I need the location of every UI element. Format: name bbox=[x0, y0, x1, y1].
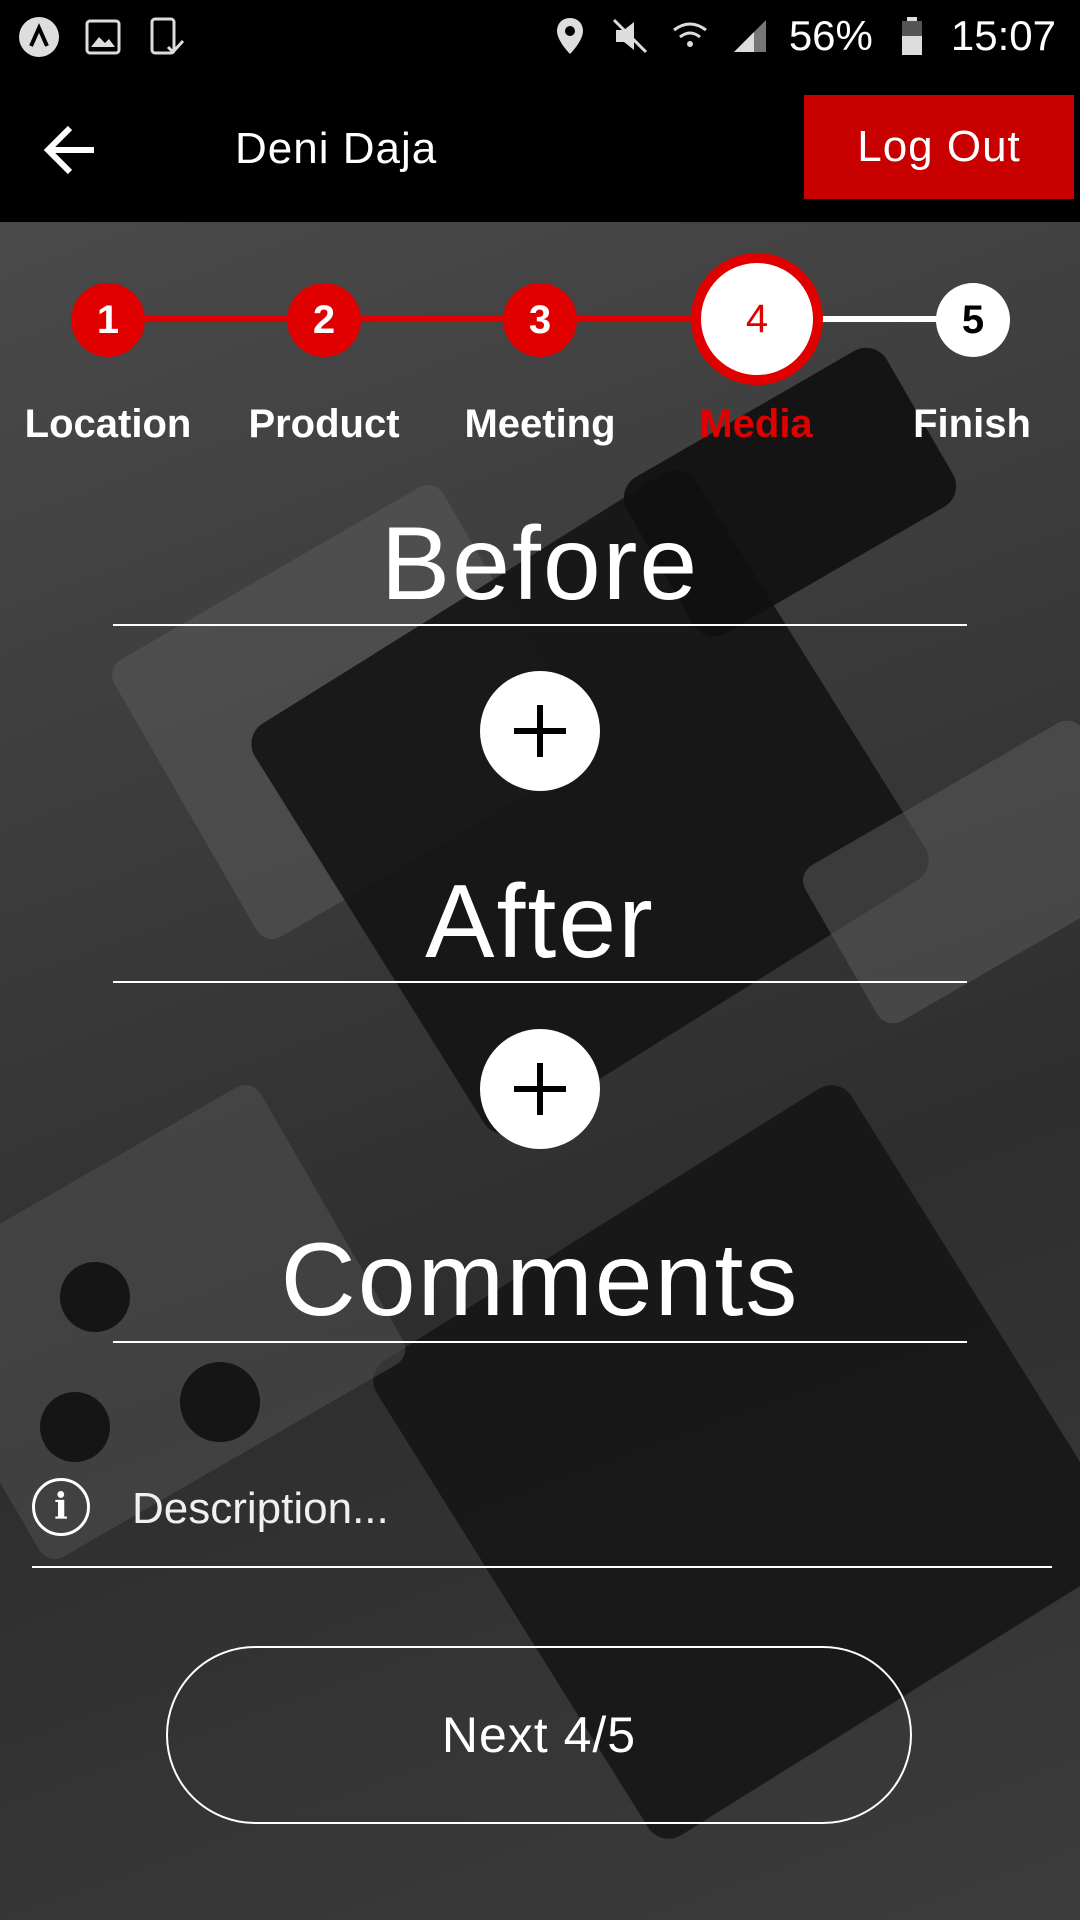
step-2-circle[interactable]: 2 bbox=[287, 283, 361, 357]
image-icon bbox=[82, 16, 124, 58]
plus-icon bbox=[514, 1063, 566, 1115]
info-icon: i bbox=[32, 1478, 90, 1536]
wifi-icon bbox=[669, 15, 711, 57]
add-before-media-button[interactable] bbox=[480, 671, 600, 791]
plus-icon bbox=[514, 705, 566, 757]
after-heading: After bbox=[425, 864, 655, 980]
back-arrow-icon[interactable] bbox=[36, 118, 100, 182]
after-divider bbox=[113, 981, 967, 983]
add-after-media-button[interactable] bbox=[480, 1029, 600, 1149]
step-label-media: Media bbox=[699, 402, 813, 446]
step-1-circle[interactable]: 1 bbox=[71, 283, 145, 357]
logout-button[interactable]: Log Out bbox=[804, 95, 1074, 199]
status-bar: 56% 15:07 bbox=[0, 0, 1080, 78]
battery-icon bbox=[891, 15, 933, 57]
step-3-circle[interactable]: 3 bbox=[503, 283, 577, 357]
a-logo-icon bbox=[18, 16, 60, 58]
device-check-icon bbox=[146, 16, 188, 58]
app-bar: Deni Daja Log Out bbox=[0, 78, 1080, 222]
signal-icon bbox=[729, 15, 771, 57]
before-heading: Before bbox=[380, 506, 700, 622]
next-button[interactable]: Next 4/5 bbox=[166, 1646, 912, 1824]
step-4-circle-active[interactable]: 4 bbox=[691, 253, 823, 385]
before-divider bbox=[113, 624, 967, 626]
location-icon bbox=[549, 15, 591, 57]
step-label-meeting: Meeting bbox=[464, 402, 616, 446]
step-5-circle[interactable]: 5 bbox=[936, 283, 1010, 357]
user-name-title: Deni Daja bbox=[235, 124, 438, 173]
clock: 15:07 bbox=[950, 12, 1056, 59]
battery-percent: 56% bbox=[788, 12, 873, 59]
step-label-finish: Finish bbox=[913, 402, 1031, 446]
comments-heading: Comments bbox=[280, 1222, 800, 1338]
step-label-location: Location bbox=[24, 402, 192, 446]
step-label-product: Product bbox=[248, 402, 400, 446]
stepper-line-done bbox=[108, 316, 758, 322]
description-input[interactable] bbox=[130, 1476, 1054, 1542]
mute-icon bbox=[609, 15, 651, 57]
description-underline bbox=[32, 1566, 1052, 1568]
comments-divider bbox=[113, 1341, 967, 1343]
